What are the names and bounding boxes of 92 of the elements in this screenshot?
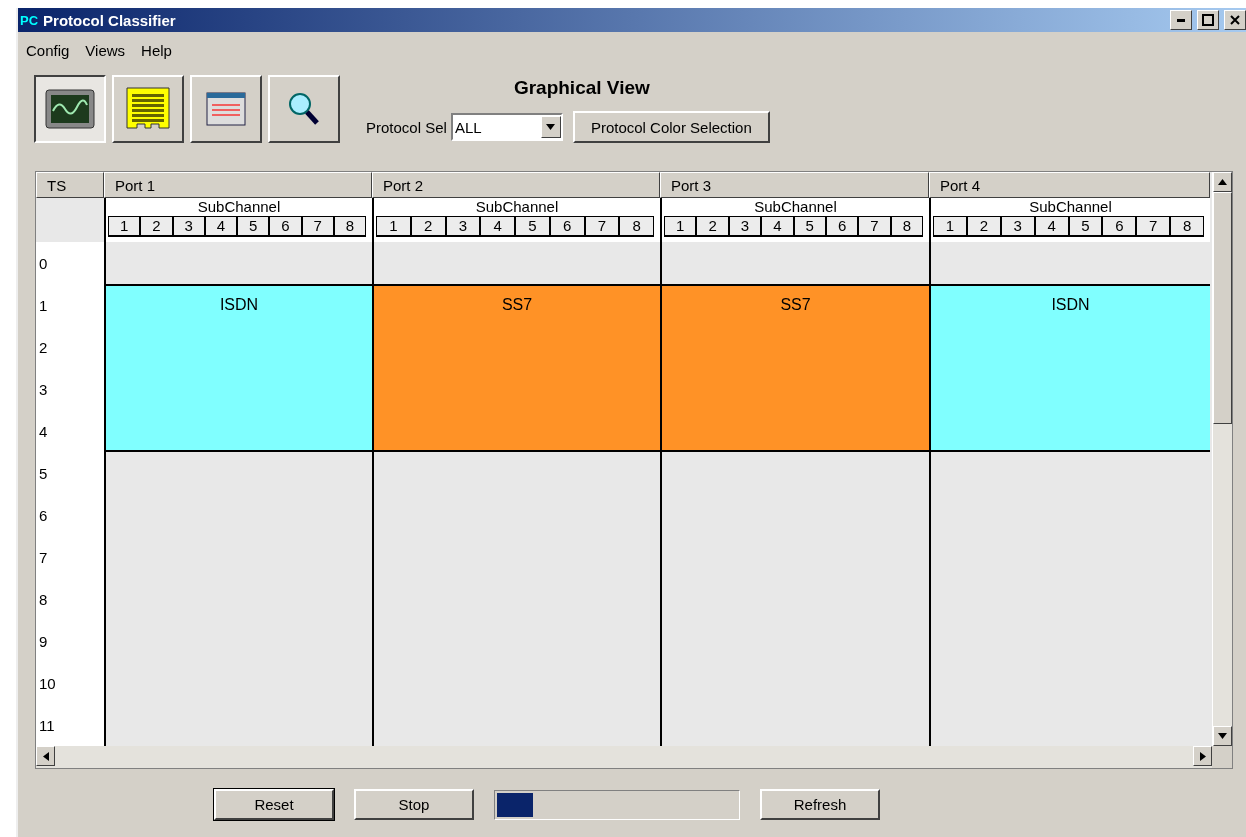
dropdown-button[interactable]: [540, 116, 561, 138]
column-header[interactable]: TS: [36, 172, 104, 198]
protocol-label: SS7: [501, 296, 533, 315]
timeslot-label: 6: [36, 494, 104, 536]
caret-icon: [546, 124, 556, 130]
maximize-icon: [1202, 14, 1214, 26]
subchannel-number: 4: [204, 216, 237, 237]
subchannel-number: 2: [696, 216, 729, 237]
subchannel-number: 3: [1000, 216, 1035, 237]
minimize-button[interactable]: [1170, 10, 1192, 30]
column-header[interactable]: Port 4: [929, 172, 1210, 198]
subchannel-number: 5: [793, 216, 826, 237]
subchannel-number: 8: [1170, 216, 1204, 237]
subchannel-number: 5: [1068, 216, 1103, 237]
subchannel-number: 4: [1034, 216, 1069, 237]
protocol-label: SS7: [780, 296, 811, 315]
vertical-scrollbar[interactable]: [1212, 172, 1232, 746]
subchannel-number: 5: [237, 216, 270, 237]
subchannel-number: 6: [1102, 216, 1137, 237]
column-header[interactable]: Port 1: [104, 172, 372, 198]
timeslot-label: 2: [36, 326, 104, 368]
minimize-icon: [1177, 18, 1185, 22]
timeslot-label: 11: [36, 704, 104, 746]
timeslot-label: 9: [36, 620, 104, 662]
right-arrow-icon: [1199, 751, 1206, 761]
timeslot-label: 5: [36, 452, 104, 494]
close-button[interactable]: [1224, 10, 1246, 30]
subchannel-number: 1: [933, 216, 967, 237]
subchannel-number: 8: [619, 216, 654, 237]
subchannel-title: SubChannel: [196, 198, 282, 216]
subchannel-number: 7: [1136, 216, 1171, 237]
subchannel-title: SubChannel: [1028, 198, 1113, 216]
timeslot-label: 10: [36, 662, 104, 704]
horizontal-scrollbar[interactable]: [36, 746, 1212, 768]
protocol-sel-label: Protocol Sel: [366, 118, 447, 136]
stop-button[interactable]: Stop: [354, 789, 474, 820]
refresh-button[interactable]: Refresh: [760, 789, 880, 820]
left-arrow-icon: [42, 751, 49, 761]
subchannel-number: 7: [301, 216, 334, 237]
view-title: Graphical View: [513, 77, 650, 99]
close-icon: [1230, 15, 1240, 25]
oscilloscope-icon: [45, 89, 95, 129]
menu-item[interactable]: Help: [141, 42, 172, 59]
subchannel-number: 7: [584, 216, 620, 237]
protocol-dropdown[interactable]: ALL: [450, 113, 563, 141]
protocol-label: ISDN: [219, 296, 259, 315]
subchannel-number: 6: [269, 216, 302, 237]
subchannel-number: 8: [890, 216, 923, 237]
timeslot-label: 3: [36, 368, 104, 410]
timeslot-label: 0: [36, 242, 104, 284]
reset-button[interactable]: Reset: [214, 789, 334, 820]
subchannel-number: 1: [664, 216, 697, 237]
column-header[interactable]: Port 2: [372, 172, 660, 198]
app-icon: PC: [20, 12, 39, 28]
subchannel-title: SubChannel: [753, 198, 838, 216]
timeslot-label: 1: [36, 284, 104, 326]
subchannel-number: 1: [108, 216, 141, 237]
scroll-up-button[interactable]: [1213, 172, 1232, 192]
subchannel-number: 4: [761, 216, 794, 237]
subchannel-number: 3: [172, 216, 205, 237]
scroll-thumb[interactable]: [1213, 192, 1232, 424]
search-icon: [287, 91, 321, 127]
timeslot-label: 7: [36, 536, 104, 578]
subchannel-number: 6: [825, 216, 859, 237]
subchannel-number: 4: [480, 216, 515, 237]
subchannel-number: 8: [333, 216, 366, 237]
subchannel-number: 2: [966, 216, 1001, 237]
color-selection-button[interactable]: Protocol Color Selection: [572, 111, 770, 143]
subchannel-number: 2: [410, 216, 446, 237]
subchannel-title: SubChannel: [474, 198, 560, 216]
scroll-down-button[interactable]: [1213, 726, 1232, 746]
subchannel-number: 6: [549, 216, 585, 237]
timeslot-label: 4: [36, 410, 104, 452]
subchannel-number: 2: [140, 216, 173, 237]
protocol-label: ISDN: [1051, 296, 1090, 315]
window-title: Protocol Classifier: [43, 11, 177, 29]
up-arrow-icon: [1218, 179, 1227, 185]
down-arrow-icon: [1218, 733, 1227, 739]
subchannel-number: 7: [858, 216, 891, 237]
scroll-right-button[interactable]: [1193, 746, 1212, 766]
toolbar-button[interactable]: [34, 75, 106, 143]
menu-item[interactable]: Config: [26, 42, 70, 59]
window-icon: [206, 92, 246, 126]
subchannel-number: 1: [376, 216, 411, 237]
maximize-button[interactable]: [1197, 10, 1219, 30]
timeslot-label: 8: [36, 578, 104, 620]
subchannel-number: 3: [445, 216, 481, 237]
subchannel-number: 5: [515, 216, 550, 237]
menu-item[interactable]: Views: [85, 42, 126, 59]
column-header[interactable]: Port 3: [660, 172, 929, 198]
subchannel-number: 3: [728, 216, 762, 237]
scroll-left-button[interactable]: [36, 746, 55, 766]
